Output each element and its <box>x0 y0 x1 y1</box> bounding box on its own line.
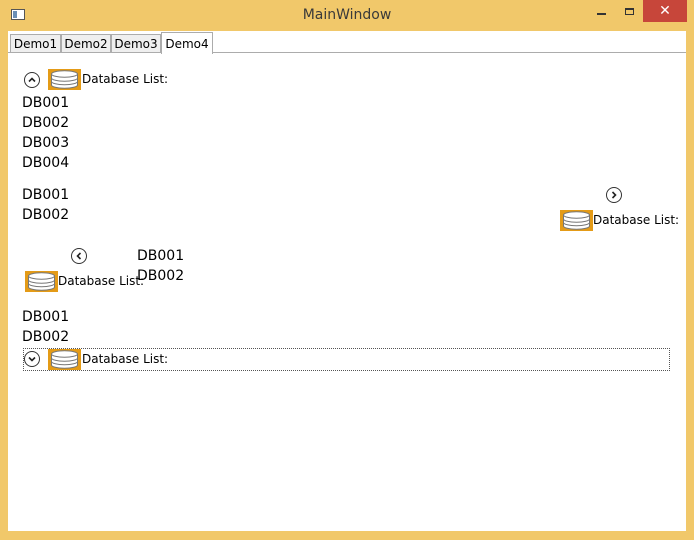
list-item: DB001 <box>22 95 70 111</box>
chevron-down-icon <box>28 356 36 362</box>
expander-1-header[interactable]: Database List: <box>82 72 168 86</box>
close-icon: ✕ <box>659 3 671 19</box>
tab-divider <box>8 52 686 53</box>
minimize-button[interactable] <box>588 0 614 22</box>
list-item: DB001 <box>137 248 185 264</box>
chevron-right-icon <box>611 191 617 199</box>
tab-demo3[interactable]: Demo3 <box>111 34 161 53</box>
list-item: DB002 <box>137 268 185 284</box>
chevron-left-icon <box>76 252 82 260</box>
tab-demo2[interactable]: Demo2 <box>61 34 111 53</box>
main-window: MainWindow ✕ Demo1 Demo2 Demo3 Demo4 Dat… <box>0 0 694 540</box>
title-bar[interactable]: MainWindow ✕ <box>0 0 694 31</box>
list-item: DB001 <box>22 187 70 203</box>
maximize-button[interactable] <box>616 0 642 22</box>
list-item: DB003 <box>22 135 70 151</box>
maximize-icon <box>624 7 634 15</box>
list-item: DB002 <box>22 115 70 131</box>
tab-demo4[interactable]: Demo4 <box>161 32 213 54</box>
tab-demo1[interactable]: Demo1 <box>10 34 61 53</box>
list-item: DB002 <box>22 329 70 345</box>
expander-4-header[interactable]: Database List: <box>82 352 168 366</box>
expander-3-header[interactable]: Database List: <box>58 274 144 288</box>
list-item: DB002 <box>22 207 70 223</box>
database-icon <box>560 210 593 231</box>
expander-2-header[interactable]: Database List: <box>593 213 679 227</box>
expander-2-toggle[interactable] <box>606 187 622 203</box>
close-button[interactable]: ✕ <box>643 0 687 22</box>
list-item: DB004 <box>22 155 70 171</box>
expander-4-toggle[interactable] <box>24 351 40 367</box>
list-item: DB001 <box>22 309 70 325</box>
tab-strip: Demo1 Demo2 Demo3 Demo4 <box>8 31 686 54</box>
chevron-up-icon <box>28 77 36 83</box>
database-icon <box>48 69 81 90</box>
expander-1-toggle[interactable] <box>24 72 40 88</box>
minimize-icon <box>596 13 606 15</box>
expander-3-toggle[interactable] <box>71 248 87 264</box>
database-icon <box>25 271 58 292</box>
client-area: Demo1 Demo2 Demo3 Demo4 Database List: D… <box>8 31 686 531</box>
database-icon <box>48 349 81 370</box>
